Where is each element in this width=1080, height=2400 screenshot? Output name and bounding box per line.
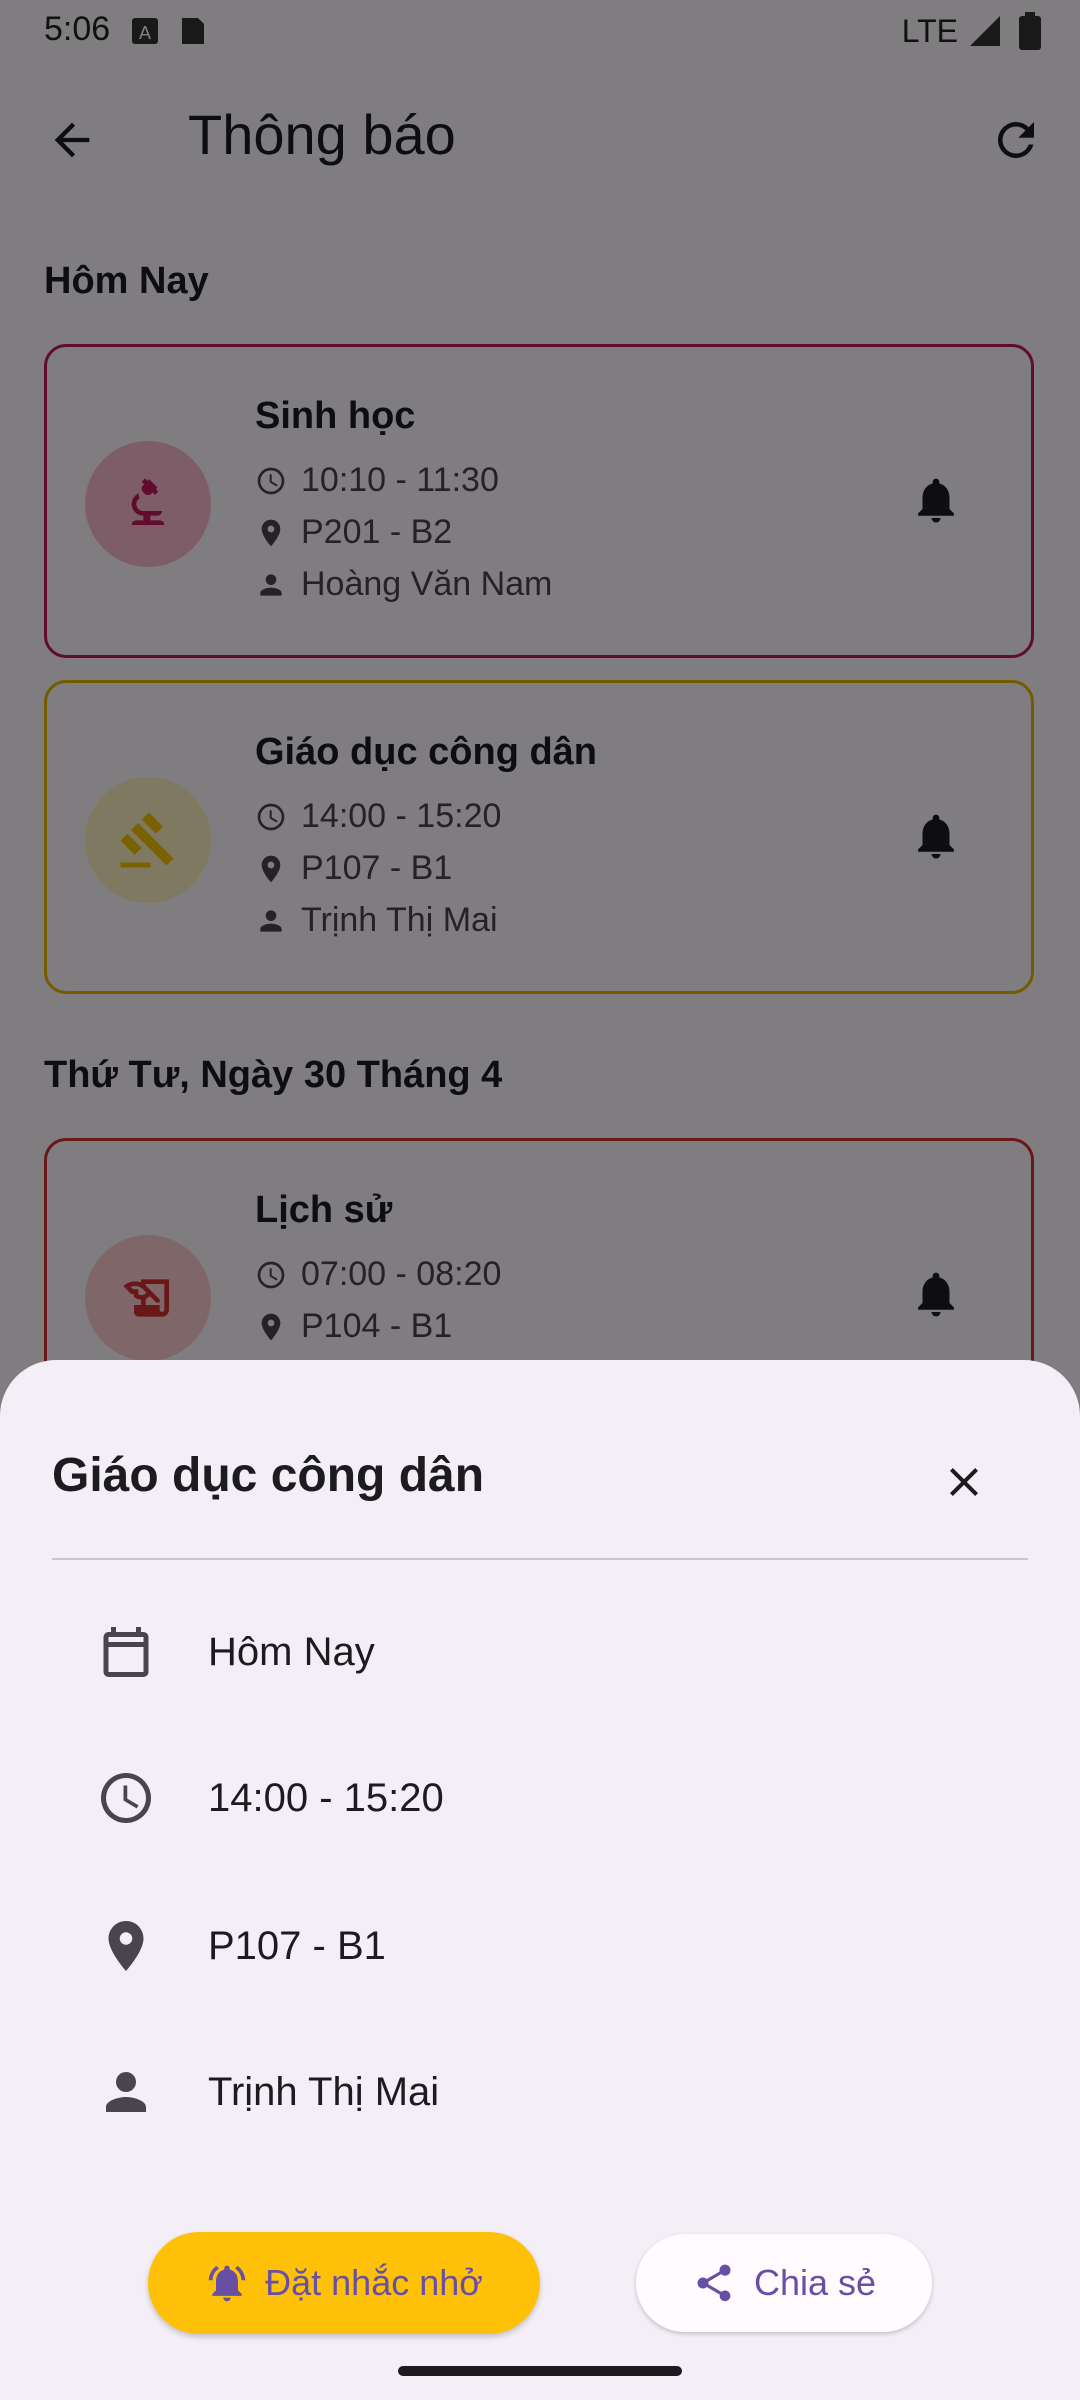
detail-time-row: 14:00 - 15:20 (96, 1768, 444, 1828)
detail-date-label: Hôm Nay (208, 1629, 375, 1674)
share-button[interactable]: Chia sẻ (636, 2234, 932, 2332)
share-icon (697, 2264, 731, 2302)
detail-time-label: 14:00 - 15:20 (208, 1775, 444, 1820)
sheet-divider (52, 1558, 1028, 1560)
location-icon (108, 1921, 144, 1971)
detail-teacher-row: Trịnh Thị Mai (96, 2062, 439, 2122)
detail-teacher-label: Trịnh Thị Mai (208, 2069, 440, 2114)
person-icon (106, 2072, 146, 2112)
share-label: Chia sẻ (753, 2262, 877, 2303)
clock-icon (101, 1773, 151, 1823)
set-reminder-button[interactable]: Đặt nhắc nhở (148, 2232, 540, 2334)
calendar-icon (103, 1627, 149, 1677)
detail-room-label: P107 - B1 (208, 1923, 386, 1968)
sheet-title: Giáo dục công dân (52, 1449, 485, 1502)
close-icon (950, 1468, 978, 1496)
detail-room-row: P107 - B1 (96, 1916, 386, 1976)
detail-date-row: Hôm Nay (96, 1622, 375, 1682)
set-reminder-label: Đặt nhắc nhở (265, 2262, 483, 2303)
close-button[interactable] (928, 1446, 1000, 1518)
detail-bottom-sheet: Giáo dục công dân Hôm Nay 14:00 - 15:20 … (0, 1360, 1080, 2400)
notifications-active-icon (208, 2265, 246, 2302)
gesture-nav-handle[interactable] (398, 2366, 682, 2376)
